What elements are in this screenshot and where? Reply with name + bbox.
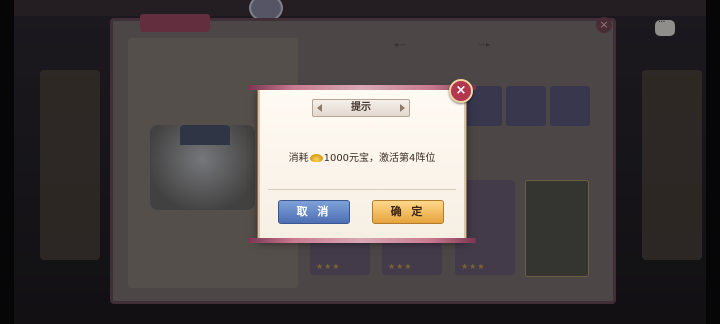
cancel-button[interactable]: 取 消 xyxy=(278,200,350,224)
gold-ingot-icon xyxy=(309,154,323,162)
message-suffix: 1000元宝，激活第4阵位 xyxy=(323,153,436,164)
message-prefix: 消耗 xyxy=(288,153,309,164)
confirm-button[interactable]: 确 定 xyxy=(372,200,444,224)
dialog-title: 提示 xyxy=(312,99,410,117)
dialog-message: 消耗 1000元宝，激活第4阵位 xyxy=(260,149,464,164)
close-icon[interactable]: × xyxy=(449,79,473,103)
confirm-dialog: 提示 消耗 1000元宝，激活第4阵位 取 消 确 定 xyxy=(248,85,476,243)
dialog-bottom-border xyxy=(248,238,476,243)
dialog-top-border xyxy=(248,85,476,90)
dialog-divider xyxy=(268,189,456,190)
